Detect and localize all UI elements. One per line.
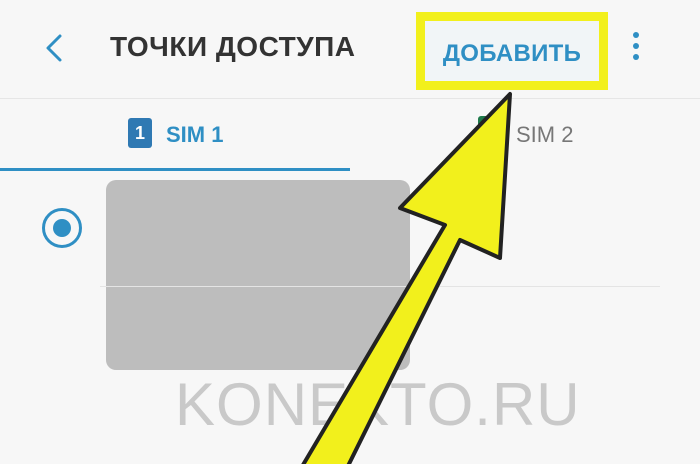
tab-sim-2[interactable]: SIM 2 [350,100,700,170]
add-button-label: ДОБАВИТЬ [442,40,582,67]
app-bar: ТОЧКИ ДОСТУПА ДОБАВИТЬ [0,0,700,98]
sim-card-icon: 1 [128,118,152,148]
sim-card-icon [478,116,502,146]
list-divider [100,286,660,287]
apn-radio-button[interactable] [42,208,82,248]
back-button[interactable] [38,28,72,68]
tab-label: SIM 1 [166,122,224,147]
page-title: ТОЧКИ ДОСТУПА [110,31,356,62]
tab-sim-1[interactable]: 1 SIM 1 [0,100,350,171]
more-vertical-icon[interactable] [629,32,643,66]
redacted-apn-entry[interactable] [106,180,410,370]
header-divider [0,98,700,99]
chevron-left-icon [46,34,62,62]
tab-selected-indicator [0,168,350,171]
add-button[interactable]: ДОБАВИТЬ [416,12,608,90]
watermark: KONEKTO.RU [175,371,581,438]
tab-label: SIM 2 [516,122,574,147]
sim-tabs: 1 SIM 1 SIM 2 [0,100,700,171]
